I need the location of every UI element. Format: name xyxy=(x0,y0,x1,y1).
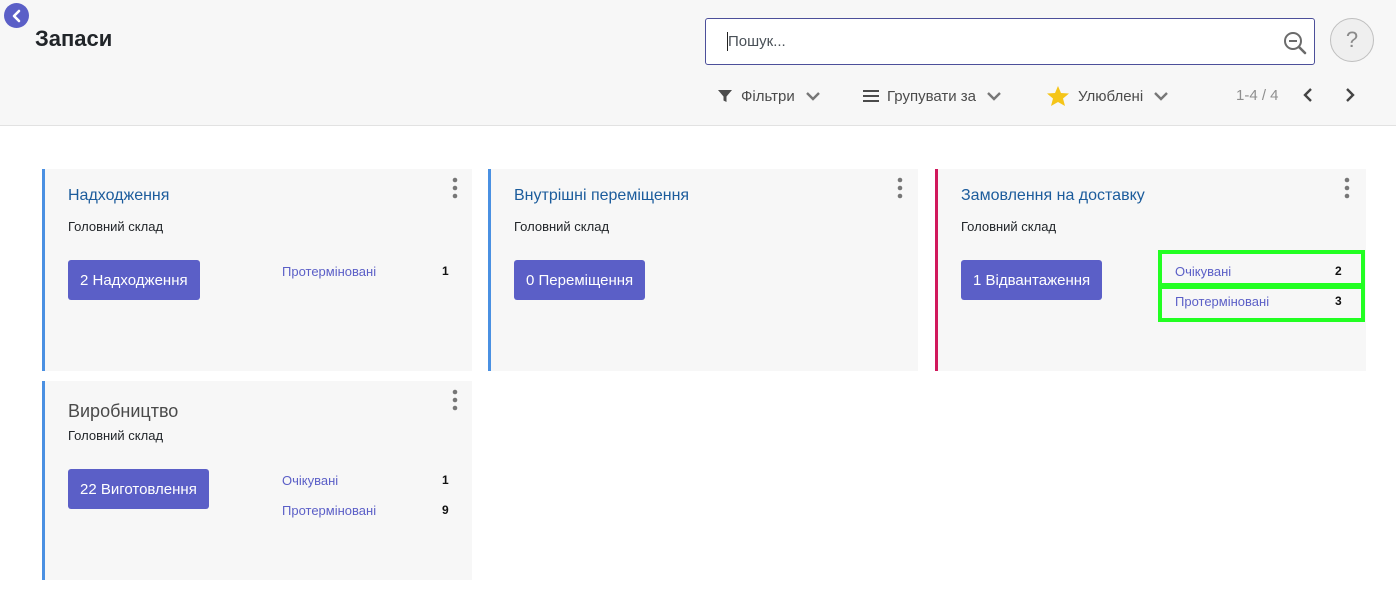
search-input[interactable] xyxy=(728,19,1268,64)
receipts-button[interactable]: 2 Надходження xyxy=(68,260,200,300)
chevron-left-icon xyxy=(1303,88,1312,102)
card-subtitle: Головний склад xyxy=(961,219,1057,234)
card-subtitle: Головний склад xyxy=(514,219,610,234)
card-title: Виробництво xyxy=(68,401,179,421)
manufacturing-button[interactable]: 22 Виготовлення xyxy=(68,469,209,509)
kanban-card-receipts: Надходження Головний склад 2 Надходження… xyxy=(42,169,472,371)
pager-previous-button[interactable] xyxy=(1297,84,1319,106)
card-subtitle: Головний склад xyxy=(68,219,164,234)
filter-icon xyxy=(718,90,732,102)
stat-count-late: 9 xyxy=(442,503,449,517)
card-subtitle: Головний склад xyxy=(68,428,164,443)
stat-count-waiting: 1 xyxy=(442,473,449,487)
stat-count-late: 3 xyxy=(1335,294,1342,308)
stat-link-waiting[interactable]: Очікувані xyxy=(1175,264,1231,279)
stat-link-late[interactable]: Протерміновані xyxy=(282,264,376,279)
kebab-menu-icon[interactable] xyxy=(448,389,462,411)
kanban-card-internal: Внутрішні переміщення Головний склад 0 П… xyxy=(488,169,918,371)
deliveries-button[interactable]: 1 Відвантаження xyxy=(961,260,1103,300)
chevron-down-icon xyxy=(805,92,820,101)
stat-link-late[interactable]: Протерміновані xyxy=(1175,294,1269,309)
page-title: Запаси xyxy=(35,26,113,51)
chevron-down-icon xyxy=(987,92,1001,101)
favorites-label: Улюблені xyxy=(1078,87,1144,105)
stat-link-late[interactable]: Протерміновані xyxy=(282,503,376,518)
pager-next-button[interactable] xyxy=(1339,84,1361,106)
stat-count-waiting: 2 xyxy=(1335,264,1342,278)
card-title[interactable]: Надходження xyxy=(68,187,169,205)
card-title[interactable]: Внутрішні переміщення xyxy=(514,187,689,205)
kanban-card-manufacturing: Виробництво Головний склад 22 Виготовлен… xyxy=(42,381,472,580)
group-by-dropdown[interactable]: Групувати за xyxy=(863,84,1002,108)
help-button[interactable]: ? xyxy=(1330,18,1374,62)
transfers-button[interactable]: 0 Переміщення xyxy=(514,260,646,300)
search-box[interactable] xyxy=(705,18,1315,65)
search-icon[interactable] xyxy=(1282,30,1308,56)
chevron-left-icon xyxy=(12,9,20,22)
filters-label: Фільтри xyxy=(741,87,795,105)
star-icon xyxy=(1047,86,1069,106)
stat-link-waiting[interactable]: Очікувані xyxy=(282,473,338,488)
chevron-right-icon xyxy=(1346,88,1355,102)
kebab-menu-icon[interactable] xyxy=(1340,177,1354,199)
filters-dropdown[interactable]: Фільтри xyxy=(717,84,821,108)
stat-count-late: 1 xyxy=(442,264,449,278)
kebab-menu-icon[interactable] xyxy=(448,177,462,199)
group-by-label: Групувати за xyxy=(887,87,977,105)
kebab-menu-icon[interactable] xyxy=(893,177,907,199)
list-icon xyxy=(863,90,879,102)
kanban-card-delivery: Замовлення на доставку Головний склад 1 … xyxy=(935,169,1366,371)
card-title[interactable]: Замовлення на доставку xyxy=(961,187,1145,205)
favorites-dropdown[interactable]: Улюблені xyxy=(1046,84,1169,108)
control-panel: Запаси ? Фільтри Групувати за xyxy=(0,0,1396,126)
chevron-down-icon xyxy=(1154,92,1169,101)
back-button[interactable] xyxy=(4,3,29,28)
pager-value[interactable]: 1-4 / 4 xyxy=(1236,87,1279,104)
